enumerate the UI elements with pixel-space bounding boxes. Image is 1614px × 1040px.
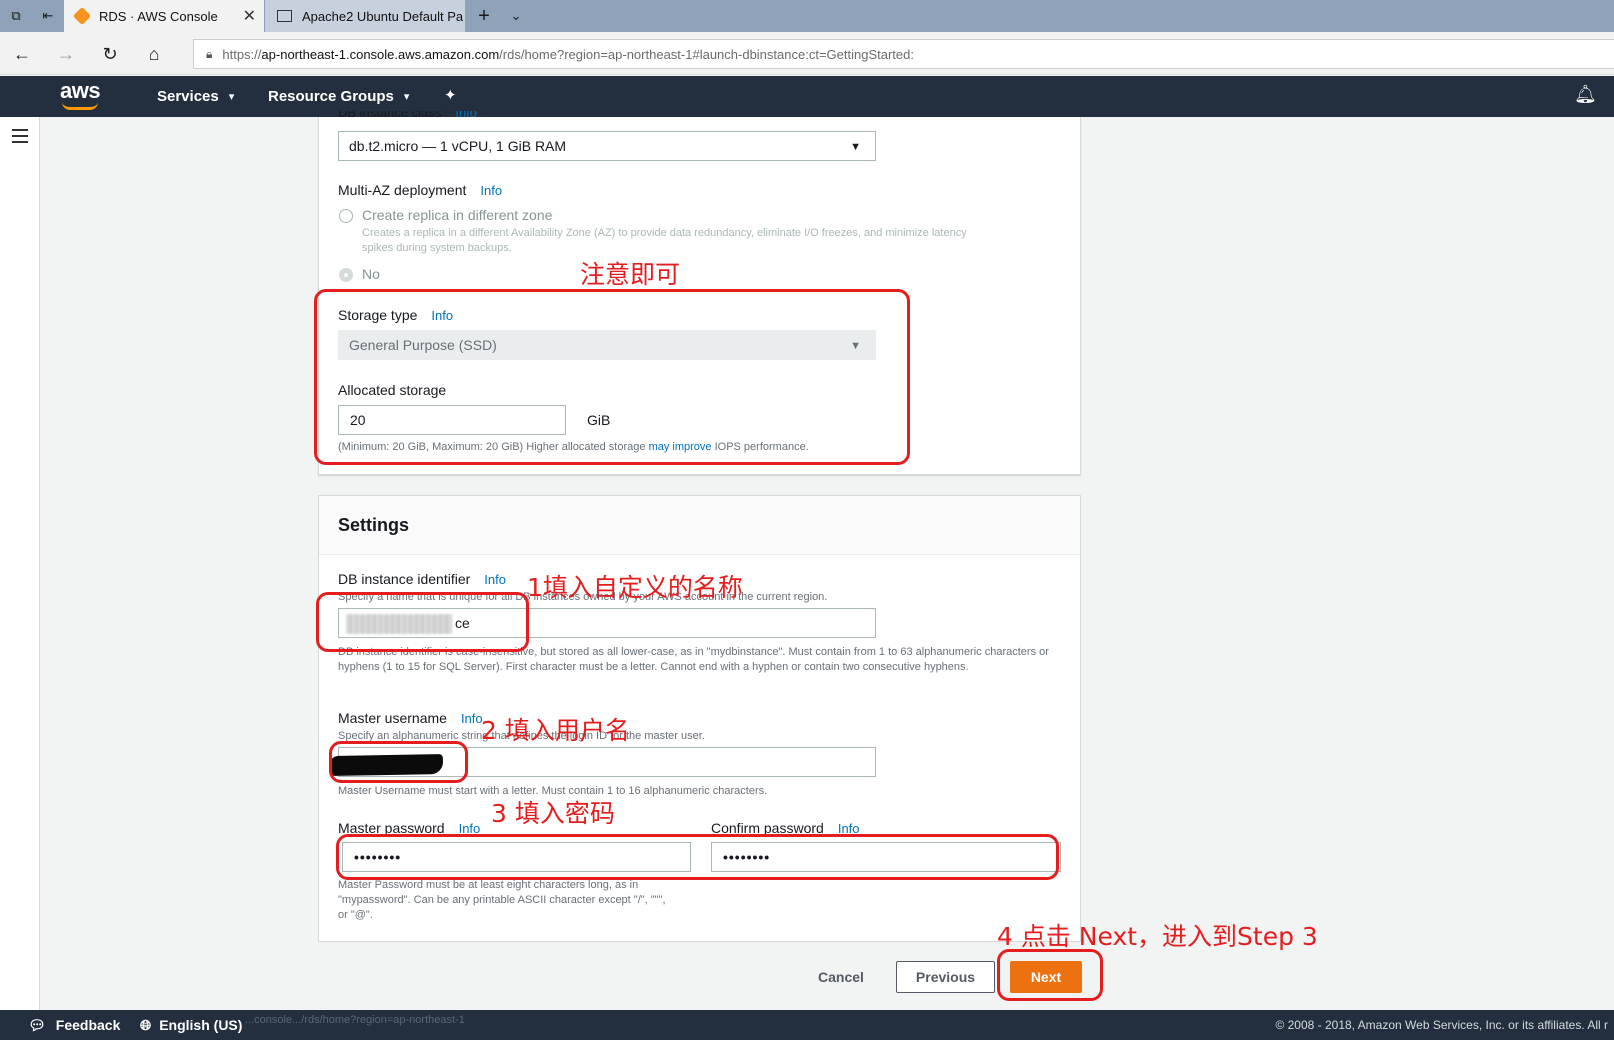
cancel-button[interactable]: Cancel (806, 961, 876, 993)
language-label: English (US) (159, 1017, 243, 1033)
left-sidebar (0, 117, 40, 1010)
tab-title: RDS · AWS Console (99, 8, 218, 24)
page-favicon-icon (277, 10, 292, 22)
tab-apache-default[interactable]: Apache2 Ubuntu Default Pa (265, 0, 465, 32)
db-instance-class-label: DB instance class (338, 111, 442, 120)
multi-az-label: Multi-AZ deployment (338, 182, 467, 198)
replica-desc-line1: Creates a replica in a different Availab… (362, 227, 967, 239)
aws-logo-text: aws (60, 78, 101, 103)
hamburger-menu-icon[interactable] (12, 129, 28, 143)
annotation-step4: 4 点击 Next，进入到Step 3 (997, 922, 1318, 951)
feedback-speech-bubble-icon: 💬︎ (28, 1016, 46, 1033)
feedback-link[interactable]: 💬︎ Feedback (28, 1010, 120, 1040)
url-field[interactable]: 🔒︎ https://ap-northeast-1.console.aws.am… (193, 39, 1614, 69)
identifier-row: DB instance identifier Info (338, 571, 506, 587)
services-label: Services (157, 88, 219, 105)
back-arrow-icon[interactable]: ← (8, 40, 36, 68)
annotation-box-identifier (316, 592, 529, 652)
aws-favicon-icon (72, 6, 92, 26)
dropdown-caret-icon: ▼ (850, 141, 861, 153)
pin-icon[interactable]: ✦ (444, 86, 457, 104)
db-instance-class-select[interactable]: db.t2.micro — 1 vCPU, 1 GiB RAM ▼ (338, 131, 876, 161)
browser-address-bar: ← → ↻ ⌂ 🔒︎ https://ap-northeast-1.consol… (0, 32, 1614, 75)
services-menu[interactable]: Services ▾ (157, 76, 234, 117)
lock-icon: 🔒︎ (206, 46, 213, 61)
username-label: Master username (338, 710, 447, 726)
username-row: Master username Info (338, 710, 483, 726)
multi-az-row: Multi-AZ deployment Info (338, 182, 502, 198)
close-tab-icon[interactable]: ✕ (243, 6, 256, 26)
language-selector[interactable]: 🌐︎ English (US) (140, 1010, 242, 1040)
no-option-label: No (362, 266, 380, 282)
annotation-box-username (329, 741, 468, 783)
feedback-label: Feedback (55, 1017, 121, 1033)
forward-arrow-icon[interactable]: → (52, 40, 80, 68)
settings-title: Settings (319, 496, 1080, 555)
annotation-note: 注意即可 (580, 260, 681, 289)
replica-desc-line2: spikes during system backups. (362, 242, 512, 254)
previous-button[interactable]: Previous (896, 961, 995, 993)
db-instance-class-value: db.t2.micro — 1 vCPU, 1 GiB RAM (349, 138, 567, 154)
url-prefix: https:// (222, 46, 262, 62)
set-tabs-aside-icon[interactable]: ⇤ (32, 0, 64, 32)
status-bar-url: ...console.../rds/home?region=ap-northea… (245, 1014, 465, 1026)
replica-radio[interactable] (339, 209, 353, 223)
copyright-text: © 2008 - 2018, Amazon Web Services, Inc.… (1275, 1018, 1608, 1032)
home-icon[interactable]: ⌂ (140, 40, 168, 68)
replica-description: Creates a replica in a different Availab… (362, 226, 1062, 256)
tab-title: Apache2 Ubuntu Default Pa (302, 8, 464, 24)
identifier-info-link[interactable]: Info (484, 572, 506, 587)
db-instance-class-label-clipped: DB instance class Info (338, 111, 477, 121)
refresh-icon[interactable]: ↻ (96, 40, 124, 68)
aws-top-nav: aws Services ▾ Resource Groups ▾ ✦ 🔔︎ (0, 76, 1614, 117)
aws-logo[interactable]: aws (60, 80, 104, 112)
new-tab-icon[interactable]: + (468, 0, 500, 32)
db-instance-class-info-link[interactable]: Info (455, 111, 477, 120)
annotation-step2: 2 填入用户名 (481, 716, 630, 745)
url-host: ap-northeast-1.console.aws.amazon.com (261, 46, 500, 62)
url-path: /rds/home?region=ap-northeast-1#launch-d… (499, 46, 914, 62)
tab-list-icon[interactable]: ⧉ (0, 0, 32, 32)
aws-smile-icon (62, 102, 98, 110)
tab-menu-chevron-icon[interactable]: ⌄ (500, 0, 532, 32)
tab-rds-console[interactable]: RDS · AWS Console ✕ (64, 0, 264, 32)
resource-groups-label: Resource Groups (268, 88, 394, 105)
browser-tab-bar: ⧉ ⇤ RDS · AWS Console ✕ Apache2 Ubuntu D… (0, 0, 1614, 32)
replica-option-label: Create replica in different zone (362, 207, 553, 223)
annotation-box-next (997, 949, 1103, 1001)
multi-az-info-link[interactable]: Info (480, 183, 502, 198)
annotation-step3: 3 填入密码 (491, 799, 615, 828)
identifier-label: DB instance identifier (338, 571, 471, 587)
notification-bell-icon[interactable]: 🔔︎ (1574, 84, 1597, 105)
username-info-link[interactable]: Info (461, 711, 483, 726)
password-help: Master Password must be at least eight c… (338, 879, 666, 921)
annotation-step1: 1填入自定义的名称 (527, 573, 743, 602)
no-replica-radio[interactable] (339, 268, 353, 282)
console-footer: 💬︎ Feedback 🌐︎ English (US) © 2008 - 201… (0, 1010, 1614, 1040)
chevron-down-icon: ▾ (403, 91, 410, 103)
globe-icon: 🌐︎ (140, 1016, 152, 1033)
annotation-box-password (336, 834, 1059, 880)
chevron-down-icon: ▾ (228, 91, 235, 103)
annotation-box-storage (314, 289, 910, 465)
